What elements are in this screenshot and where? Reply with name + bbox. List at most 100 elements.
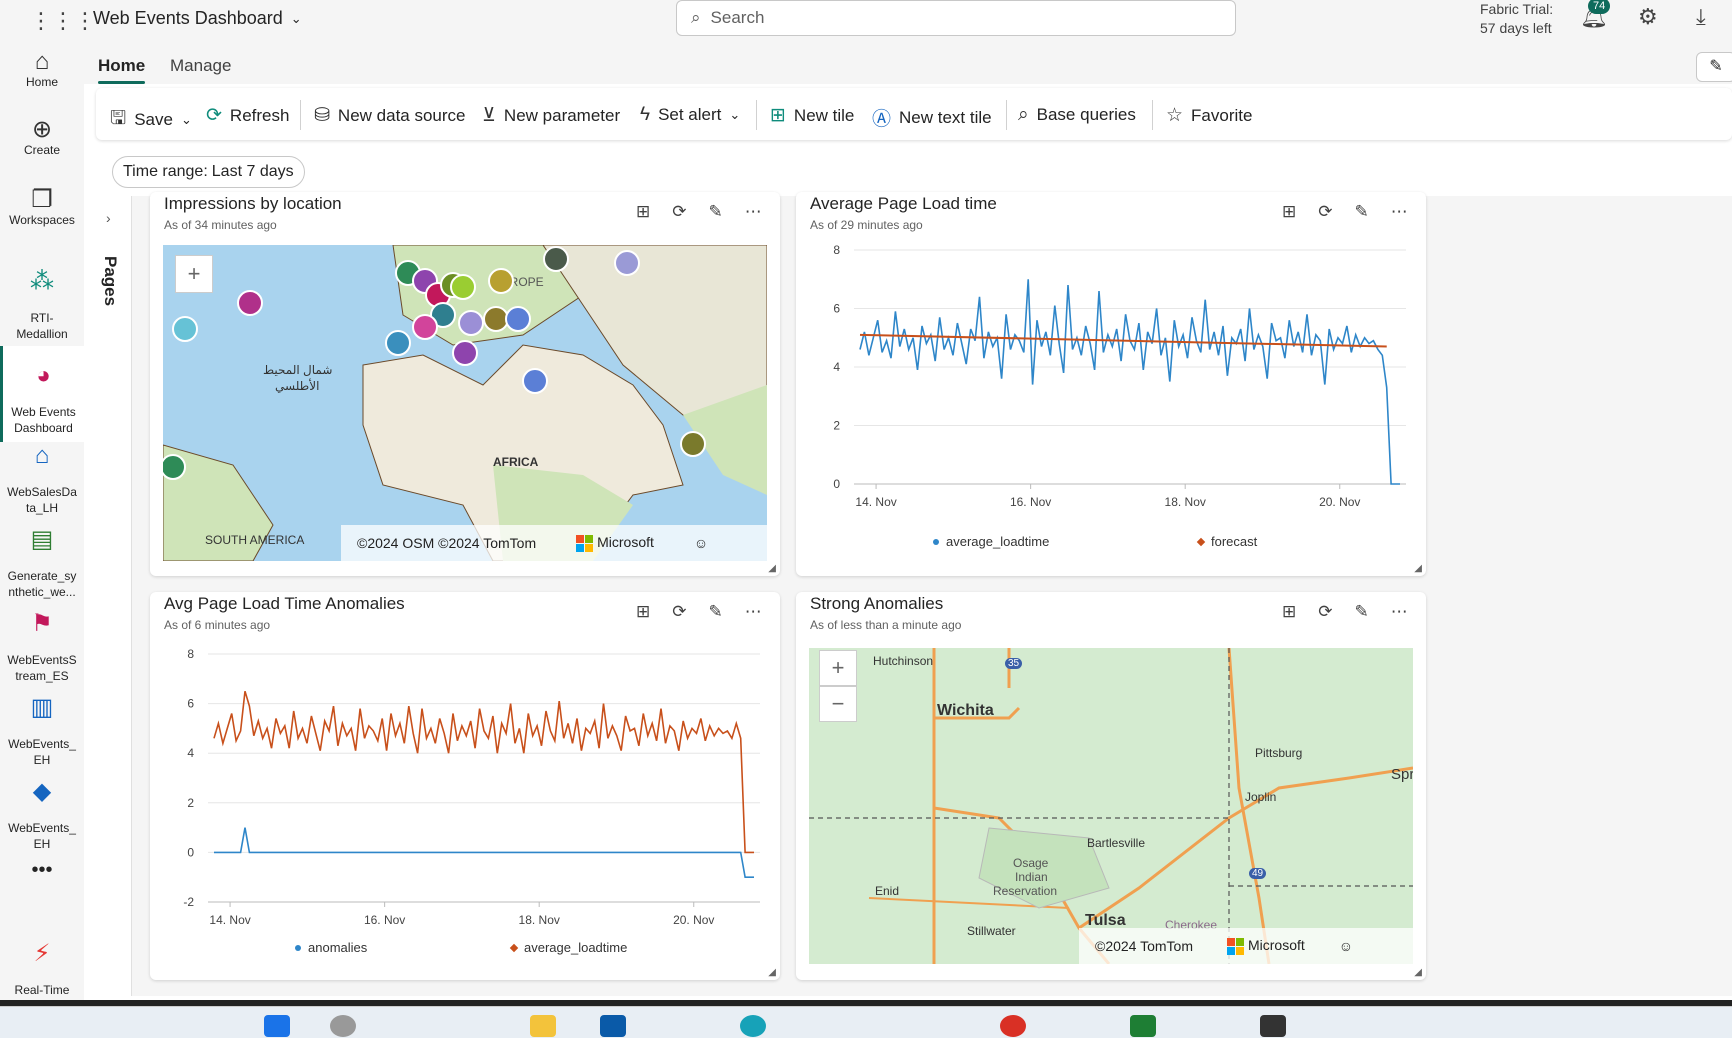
file-explorer-icon[interactable] — [530, 1015, 556, 1037]
time-range-filter[interactable]: Time range: Last 7 days — [112, 156, 305, 188]
rail-item-create[interactable]: ⊕ Create — [0, 118, 84, 158]
new-parameter-button[interactable]: ⊻ New parameter — [482, 104, 620, 127]
tile-average-page-load-time[interactable]: Average Page Load time As of 29 minutes … — [796, 192, 1426, 576]
more-options-icon[interactable]: ⋯ — [745, 602, 762, 622]
series-line-average_loadtime[interactable] — [859, 279, 1400, 485]
dashboard-title-dropdown[interactable]: Web Events Dashboard ⌄ — [93, 8, 302, 29]
feedback-smiley-icon[interactable]: ☺ — [1339, 938, 1353, 954]
save-button[interactable]: 🖫︎ Save ⌄ — [110, 104, 192, 136]
rail-label: Workspaces — [9, 213, 75, 227]
chevron-right-icon[interactable]: › — [106, 210, 111, 226]
map-label: Spri — [1391, 766, 1413, 783]
edit-pencil-icon[interactable]: ✎ — [709, 202, 723, 222]
legend-label[interactable]: average_loadtime — [524, 940, 627, 955]
load-time-chart[interactable]: 0 2 4 6 8 14. Nov 16. Nov 18. Nov 20. Nov average… — [796, 232, 1426, 572]
outlook-icon[interactable] — [600, 1015, 626, 1037]
map-attribution: ©2024 TomTom Microsoft ☺ — [1079, 928, 1413, 964]
chrome-icon[interactable] — [1000, 1015, 1026, 1037]
series-line-anomalies[interactable] — [214, 827, 754, 878]
y-tick-label: 0 — [187, 845, 194, 859]
tile-strong-anomalies[interactable]: Strong Anomalies As of less than a minut… — [796, 592, 1426, 980]
refresh-button[interactable]: ⟳ Refresh — [206, 104, 289, 127]
zoom-out-button[interactable]: − — [819, 686, 857, 722]
time-range-value: Last 7 days — [211, 163, 294, 180]
refresh-icon[interactable]: ⟳ — [1318, 602, 1332, 622]
table-view-icon[interactable]: ⊞ — [1282, 202, 1296, 222]
settings-gear-icon[interactable]: ⚙ — [1638, 4, 1658, 30]
new-tile-label: New tile — [793, 105, 855, 125]
feedback-smiley-icon[interactable]: ☺ — [694, 535, 708, 551]
base-queries-button[interactable]: ⌕ Base queries — [1018, 104, 1136, 126]
legend-label[interactable]: average_loadtime — [946, 534, 1049, 549]
new-tile-button[interactable]: ⊞ New tile — [770, 104, 854, 127]
terminal-icon[interactable] — [1260, 1015, 1286, 1037]
location-marker — [450, 274, 476, 300]
impressions-map[interactable]: + شمال المحيط الأطلسي AFRICA SOUTH AMERI… — [163, 245, 767, 561]
new-data-source-button[interactable]: ⛁ New data source — [314, 104, 466, 127]
resize-handle-icon[interactable]: ◢ — [1414, 967, 1422, 978]
rail-item-webeventsstream-es[interactable]: ⚑ WebEventsS tream_ES — [0, 600, 84, 684]
rail-item-workspaces[interactable]: ❐ Workspaces — [0, 188, 84, 228]
strong-anomalies-map[interactable]: + − Hutchinson Wichita Pittsburg Joplin … — [809, 648, 1413, 964]
map-label: Reservation — [993, 884, 1058, 898]
brand-label: Microsoft — [597, 534, 654, 551]
download-icon[interactable]: ⤓ — [1696, 4, 1706, 30]
new-text-tile-button[interactable]: Ⓐ New text tile — [872, 104, 992, 131]
rail-item-webevents-eh-1[interactable]: ▥ WebEvents_ EH — [0, 684, 84, 768]
legend-label[interactable]: anomalies — [308, 940, 368, 955]
refresh-icon[interactable]: ⟳ — [672, 602, 686, 622]
rail-item-websalesdata-lh[interactable]: ⌂ WebSalesDa ta_LH — [0, 432, 84, 516]
tile-avg-page-load-time-anomalies[interactable]: Avg Page Load Time Anomalies As of 6 min… — [150, 592, 780, 980]
rail-item-home[interactable]: ⌂ Home — [0, 50, 84, 90]
edit-pencil-icon[interactable]: ✎ — [1355, 602, 1369, 622]
y-tick-label: 4 — [833, 360, 840, 374]
refresh-icon[interactable]: ⟳ — [1318, 202, 1332, 222]
rail-item-web-events-dashboard[interactable]: ◕ Web Events Dashboard — [0, 346, 84, 442]
more-options-icon[interactable]: ⋯ — [745, 202, 762, 222]
tab-home[interactable]: Home — [98, 56, 146, 84]
rail-item-generate-synthetic[interactable]: ▤ Generate_sy nthetic_we... — [0, 516, 84, 600]
rail-item-webevents-eh-2[interactable]: ◆ WebEvents_ EH — [0, 768, 84, 852]
resize-handle-icon[interactable]: ◢ — [1414, 563, 1422, 574]
table-view-icon[interactable]: ⊞ — [636, 202, 650, 222]
start-icon[interactable] — [264, 1015, 290, 1037]
trial-status[interactable]: Fabric Trial: 57 days left — [1480, 0, 1553, 38]
taskbar-search-icon[interactable] — [330, 1015, 356, 1037]
favorite-button[interactable]: ☆ Favorite — [1166, 104, 1252, 127]
edge-icon[interactable] — [740, 1015, 766, 1037]
tile-impressions-by-location[interactable]: Impressions by location As of 34 minutes… — [150, 192, 780, 576]
edit-pencil-icon[interactable]: ✎ — [1355, 202, 1369, 222]
app-launcher-icon[interactable]: ⋮⋮⋮ — [30, 8, 96, 34]
resize-handle-icon[interactable]: ◢ — [768, 563, 776, 574]
tile-title: Average Page Load time — [810, 194, 997, 213]
tile-title: Impressions by location — [164, 194, 342, 213]
rail-item-rti-medallion[interactable]: ⁂ RTI- Medallion — [0, 258, 84, 342]
table-view-icon[interactable]: ⊞ — [636, 602, 650, 622]
x-tick-label: 16. Nov — [1010, 495, 1051, 509]
more-options-icon[interactable]: ⋯ — [1391, 202, 1408, 222]
table-view-icon[interactable]: ⊞ — [1282, 602, 1296, 622]
edit-button[interactable]: ✎ — [1696, 52, 1732, 82]
notification-count-badge: 74 — [1588, 0, 1611, 14]
legend-label[interactable]: forecast — [1211, 534, 1258, 549]
set-alert-label: Set alert — [658, 105, 722, 124]
anomalies-chart[interactable]: -2 0 2 4 6 8 14. Nov 16. Nov 18. Nov 20. Nov anoma… — [150, 632, 780, 976]
refresh-icon[interactable]: ⟳ — [672, 202, 686, 222]
excel-icon[interactable] — [1130, 1015, 1156, 1037]
location-marker — [385, 330, 411, 356]
pages-panel[interactable]: › Pages — [96, 196, 132, 996]
more-icon[interactable]: ••• — [0, 860, 84, 880]
set-alert-button[interactable]: ϟ Set alert ⌄ — [640, 104, 740, 126]
more-options-icon[interactable]: ⋯ — [1391, 602, 1408, 622]
save-label: Save — [134, 110, 173, 129]
search-input[interactable]: ⌕ Search — [676, 0, 1236, 36]
resize-handle-icon[interactable]: ◢ — [768, 967, 776, 978]
tab-manage[interactable]: Manage — [170, 56, 231, 76]
new-parameter-label: New parameter — [503, 105, 621, 125]
edit-pencil-icon[interactable]: ✎ — [709, 602, 723, 622]
zoom-in-button[interactable]: + — [819, 650, 857, 686]
y-tick-label: 6 — [833, 302, 840, 316]
location-marker — [505, 306, 531, 332]
series-line-average_loadtime[interactable] — [213, 690, 754, 854]
location-marker — [522, 368, 548, 394]
